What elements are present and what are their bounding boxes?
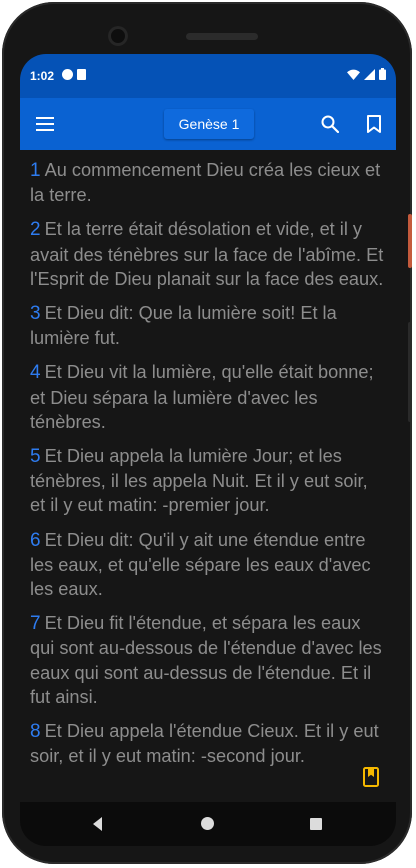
verse-text: Au commencement Dieu créa les cieux et l… bbox=[30, 160, 381, 206]
verse-text: Et Dieu appela la lumière Jour; et les t… bbox=[30, 446, 368, 516]
verse[interactable]: 6 Et Dieu dit: Qu'il y ait une étendue en… bbox=[30, 528, 384, 602]
screen: 1:02 Genèse 1 1 Au commencement Dieu cré… bbox=[20, 54, 396, 846]
verse-text: Et Dieu vit la lumière, qu'elle était bo… bbox=[30, 362, 374, 432]
verse[interactable]: 8 Et Dieu appela l'étendue Cieux. Et il y… bbox=[30, 719, 384, 768]
search-icon bbox=[321, 115, 339, 133]
floating-bookmark-button[interactable] bbox=[360, 764, 382, 790]
search-button[interactable] bbox=[316, 110, 344, 138]
verse[interactable]: 2 Et la terre était désolation et vide, e… bbox=[30, 217, 384, 291]
verse[interactable]: 1 Au commencement Dieu créa les cieux et … bbox=[30, 158, 384, 207]
verse-number: 3 bbox=[30, 303, 41, 325]
app-bar: Genèse 1 bbox=[20, 98, 396, 150]
menu-button[interactable] bbox=[30, 110, 60, 138]
verse-text: Et Dieu dit: Que la lumière soit! Et la … bbox=[30, 303, 337, 349]
bookmark-button[interactable] bbox=[360, 110, 388, 138]
back-triangle-icon[interactable] bbox=[90, 816, 106, 832]
play-protect-icon bbox=[62, 69, 73, 80]
verse-list: 1 Au commencement Dieu créa les cieux et … bbox=[20, 150, 396, 768]
verse-number: 8 bbox=[30, 721, 41, 743]
verse[interactable]: 5 Et Dieu appela la lumière Jour; et les … bbox=[30, 444, 384, 518]
verse-text: Et Dieu appela l'étendue Cieux. Et il y … bbox=[30, 721, 379, 767]
verse-number: 2 bbox=[30, 219, 41, 241]
verse-number: 6 bbox=[30, 529, 41, 551]
home-circle-icon[interactable] bbox=[201, 817, 214, 830]
bookmark-filled-icon bbox=[363, 767, 379, 787]
verse[interactable]: 4 Et Dieu vit la lumière, qu'elle était b… bbox=[30, 360, 384, 434]
verse[interactable]: 7 Et Dieu fit l'étendue, et sépara les ea… bbox=[30, 611, 384, 709]
book-chapter-selector[interactable]: Genèse 1 bbox=[164, 109, 254, 139]
recents-square-icon[interactable] bbox=[310, 818, 322, 830]
verse-number: 4 bbox=[30, 362, 41, 384]
chapter-content[interactable]: 1 Au commencement Dieu créa les cieux et … bbox=[20, 150, 396, 802]
verse[interactable]: 3 Et Dieu dit: Que la lumière soit! Et la… bbox=[30, 301, 384, 350]
verse-text: Et la terre était désolation et vide, et… bbox=[30, 219, 384, 289]
hamburger-menu-icon bbox=[36, 117, 54, 131]
verse-number: 7 bbox=[30, 613, 41, 635]
wifi-icon bbox=[347, 69, 360, 80]
status-icons bbox=[347, 68, 386, 80]
verse-number: 1 bbox=[30, 160, 41, 181]
verse-text: Et Dieu fit l'étendue, et sépara les eau… bbox=[30, 613, 382, 707]
power-button bbox=[408, 214, 412, 268]
battery-icon bbox=[379, 68, 386, 80]
front-camera bbox=[108, 26, 128, 46]
bookmark-icon bbox=[367, 115, 381, 133]
verse-number: 5 bbox=[30, 446, 41, 468]
earpiece-speaker bbox=[186, 33, 258, 40]
sd-card-icon bbox=[77, 69, 86, 80]
verse-text: Et Dieu dit: Qu'il y ait une étendue ent… bbox=[30, 529, 371, 600]
signal-icon bbox=[364, 68, 375, 80]
status-bar: 1:02 bbox=[20, 54, 396, 98]
volume-button bbox=[408, 322, 412, 422]
navigation-bar bbox=[20, 802, 396, 846]
phone-frame: 1:02 Genèse 1 1 Au commencement Dieu cré… bbox=[2, 2, 412, 864]
status-time: 1:02 bbox=[30, 69, 55, 83]
